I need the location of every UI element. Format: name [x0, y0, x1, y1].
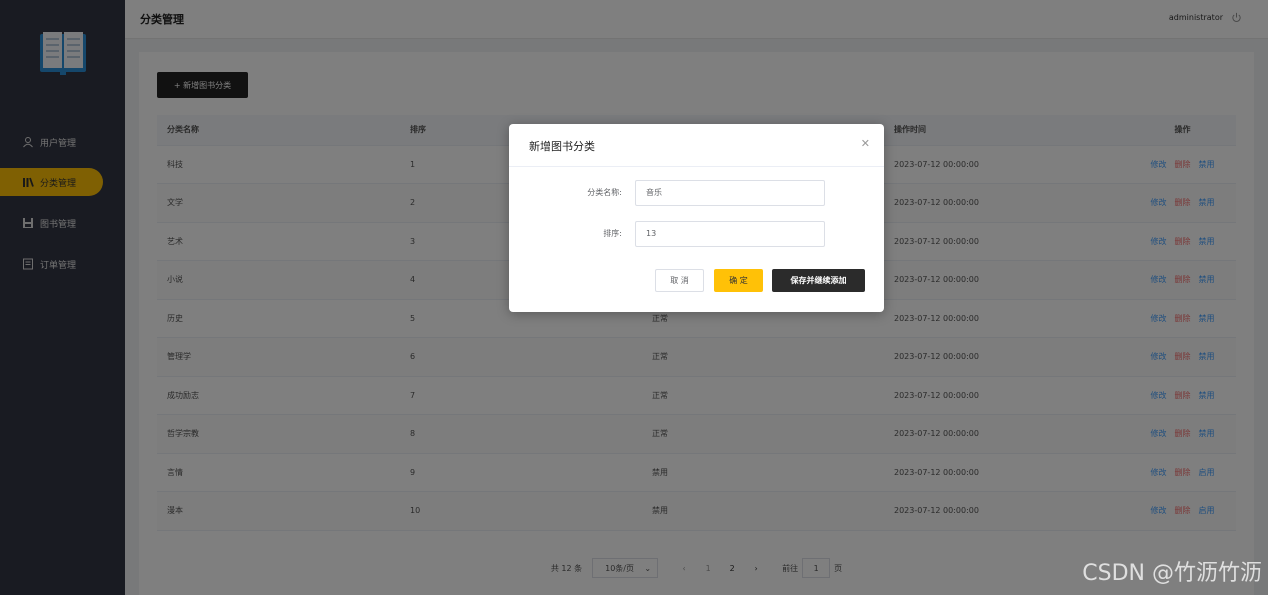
sort-input[interactable]: 13 [635, 221, 825, 247]
sort-label: 排序: [603, 229, 622, 238]
dialog-header: 新增图书分类 ✕ [509, 124, 884, 167]
cancel-button[interactable]: 取 消 [655, 269, 704, 292]
category-name-input[interactable]: 音乐 [635, 180, 825, 206]
form-row-sort: 排序: 13 [509, 221, 884, 247]
form-row-name: 分类名称: 音乐 [509, 180, 884, 206]
add-category-dialog: 新增图书分类 ✕ 分类名称: 音乐 排序: 13 取 消 确 定 保存并继续添加 [509, 124, 884, 312]
confirm-button[interactable]: 确 定 [714, 269, 763, 292]
watermark: CSDN @竹沥竹沥 [1082, 561, 1262, 586]
close-icon[interactable]: ✕ [861, 137, 870, 150]
save-and-continue-button[interactable]: 保存并继续添加 [772, 269, 865, 292]
dialog-title: 新增图书分类 [529, 140, 595, 153]
name-label: 分类名称: [587, 188, 622, 197]
